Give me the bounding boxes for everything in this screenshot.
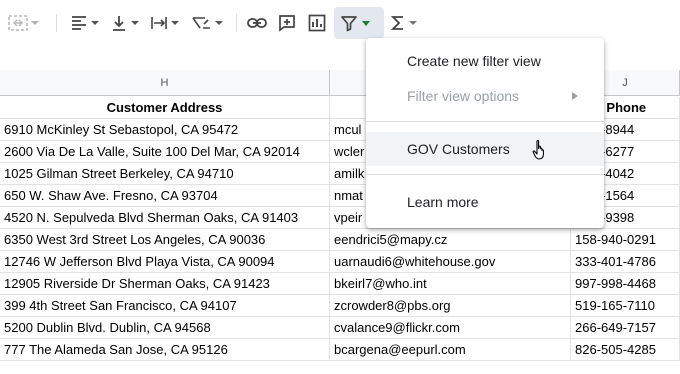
cell-email[interactable]: eendrici5@mapy.cz [330, 229, 571, 251]
insert-link-button[interactable] [247, 11, 267, 35]
cell-address[interactable]: 650 W. Shaw Ave. Fresno, CA 93704 [0, 185, 330, 207]
menu-divider [366, 121, 604, 122]
cell-email[interactable]: zcrowder8@pbs.org [330, 295, 571, 317]
cell-phone[interactable]: 158-940-0291 [571, 229, 680, 251]
menu-item-filter-view-options: Filter view options [366, 79, 604, 113]
insert-chart-button[interactable] [308, 11, 326, 35]
column-letter-h: H [160, 77, 169, 89]
link-icon [247, 18, 267, 28]
functions-button[interactable] [390, 11, 417, 35]
table-row: 5200 Dublin Blvd. Dublin, CA 94568 cvalan… [0, 317, 680, 339]
menu-item-create-filter-view[interactable]: Create new filter view [366, 44, 604, 78]
cell-phone[interactable]: 826-505-4285 [571, 339, 680, 361]
hand-pointer-icon [532, 139, 544, 160]
filter-views-menu: Create new filter view Filter view optio… [366, 38, 604, 228]
cell-email[interactable]: uarnaudi6@whitehouse.gov [330, 251, 571, 273]
table-row: 12746 W Jefferson Blvd Playa Vista, CA 9… [0, 251, 680, 273]
insert-comment-button[interactable] [278, 11, 296, 35]
cell-phone[interactable]: 519-165-7110 [571, 295, 680, 317]
column-header-h[interactable]: H [0, 70, 330, 96]
text-rotation-button[interactable] [190, 11, 223, 35]
cell-phone[interactable]: 266-649-7157 [571, 317, 680, 339]
menu-item-filter-view-options-label: Filter view options [407, 88, 520, 104]
cell-address[interactable]: 12905 Riverside Dr Sherman Oaks, CA 9142… [0, 273, 330, 295]
menu-divider [366, 174, 604, 175]
filter-button[interactable] [340, 11, 370, 35]
cell-address[interactable]: 2600 Via De La Valle, Suite 100 Del Mar,… [0, 141, 330, 163]
cell-email[interactable]: bkeirl7@who.int [330, 273, 571, 295]
cell-address[interactable]: 6350 West 3rd Street Los Angeles, CA 900… [0, 229, 330, 251]
cell-phone[interactable]: 333-401-4786 [571, 251, 680, 273]
cell-email[interactable]: bcargena@eepurl.com [330, 339, 571, 361]
table-row: 399 4th Street San Francisco, CA 94107 zc… [0, 295, 680, 317]
vertical-align-button[interactable] [110, 11, 139, 35]
chart-icon [308, 14, 326, 32]
cell-address[interactable]: 6910 McKinley St Sebastopol, CA 95472 [0, 119, 330, 141]
text-rotate-icon [192, 17, 210, 29]
align-horizontal-icon [72, 16, 86, 30]
merge-cells-icon [8, 15, 28, 31]
cell-phone[interactable]: 997-998-4468 [571, 273, 680, 295]
filter-dropdown-arrow-icon[interactable] [362, 20, 370, 26]
table-row: 777 The Alameda San Jose, CA 95126 bcarge… [0, 339, 680, 361]
align-vertical-icon [113, 16, 125, 31]
text-wrap-button[interactable] [150, 11, 179, 35]
text-wrap-icon [151, 17, 167, 29]
header-cell-address[interactable]: Customer Address [0, 97, 330, 119]
filter-icon [341, 16, 357, 32]
cell-address[interactable]: 777 The Alameda San Jose, CA 95126 [0, 339, 330, 361]
comment-icon [279, 15, 295, 32]
functions-icon [390, 16, 403, 30]
table-row: 12905 Riverside Dr Sherman Oaks, CA 9142… [0, 273, 680, 295]
menu-item-gov-customers-label: GOV Customers [407, 141, 510, 157]
cell-address[interactable]: 12746 W Jefferson Blvd Playa Vista, CA 9… [0, 251, 330, 273]
horizontal-align-button[interactable] [70, 11, 99, 35]
column-letter-j: J [622, 77, 628, 89]
cell-address[interactable]: 1025 Gilman Street Berkeley, CA 94710 [0, 163, 330, 185]
menu-item-learn-more[interactable]: Learn more [366, 185, 604, 219]
menu-item-gov-customers[interactable]: GOV Customers [366, 132, 604, 166]
merge-cells-button[interactable] [8, 11, 39, 35]
submenu-arrow-icon [572, 92, 578, 100]
cell-address[interactable]: 399 4th Street San Francisco, CA 94107 [0, 295, 330, 317]
table-row: 6350 West 3rd Street Los Angeles, CA 900… [0, 229, 680, 251]
cell-address[interactable]: 5200 Dublin Blvd. Dublin, CA 94568 [0, 317, 330, 339]
cell-email[interactable]: cvalance9@flickr.com [330, 317, 571, 339]
cell-address[interactable]: 4520 N. Sepulveda Blvd Sherman Oaks, CA … [0, 207, 330, 229]
